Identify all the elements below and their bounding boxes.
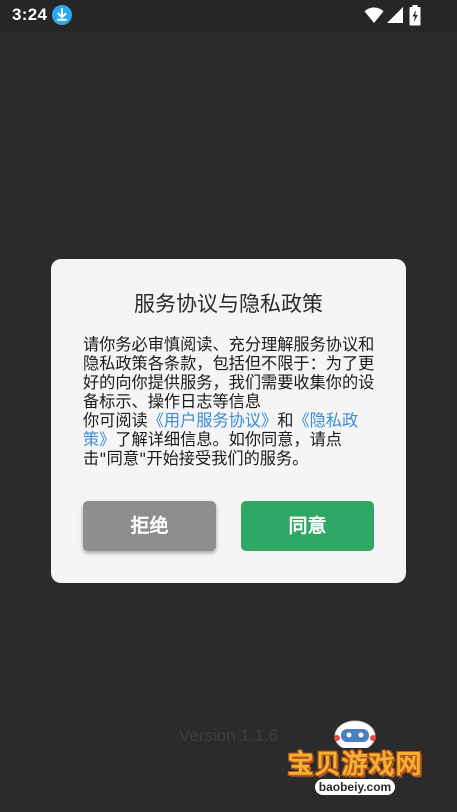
reject-button[interactable]: 拒绝 <box>83 501 216 551</box>
consent-paragraph: 请你务必审慎阅读、充分理解服务协议和隐私政策各条款，包括但不限于：为了更好的向你… <box>83 335 375 411</box>
watermark-url: baobeiy.com <box>315 779 395 795</box>
status-bar: 3:24 <box>0 0 457 32</box>
agree-button[interactable]: 同意 <box>241 501 374 551</box>
links-prefix: 你可阅读 <box>83 411 148 430</box>
watermark-logo: 宝贝游戏网 baobeiy.com <box>280 718 430 812</box>
links-suffix: 了解详细信息。如你同意，请点击"同意"开始接受我们的服务。 <box>83 430 342 468</box>
status-time: 3:24 <box>12 5 48 24</box>
privacy-dialog: 服务协议与隐私政策 请你务必审慎阅读、充分理解服务协议和隐私政策各条款，包括但不… <box>51 259 406 583</box>
links-paragraph: 你可阅读《用户服务协议》和《隐私政策》了解详细信息。如你同意，请点击"同意"开始… <box>83 411 375 468</box>
download-icon <box>52 5 72 25</box>
signal-icon <box>386 6 404 28</box>
watermark-text: 宝贝游戏网 <box>287 750 423 780</box>
battery-icon <box>409 5 421 30</box>
dialog-body: 请你务必审慎阅读、充分理解服务协议和隐私政策各条款，包括但不限于：为了更好的向你… <box>83 335 375 468</box>
links-and: 和 <box>277 411 294 430</box>
dialog-title: 服务协议与隐私政策 <box>134 292 323 316</box>
user-agreement-link[interactable]: 《用户服务协议》 <box>148 411 278 430</box>
wifi-icon <box>364 6 384 28</box>
